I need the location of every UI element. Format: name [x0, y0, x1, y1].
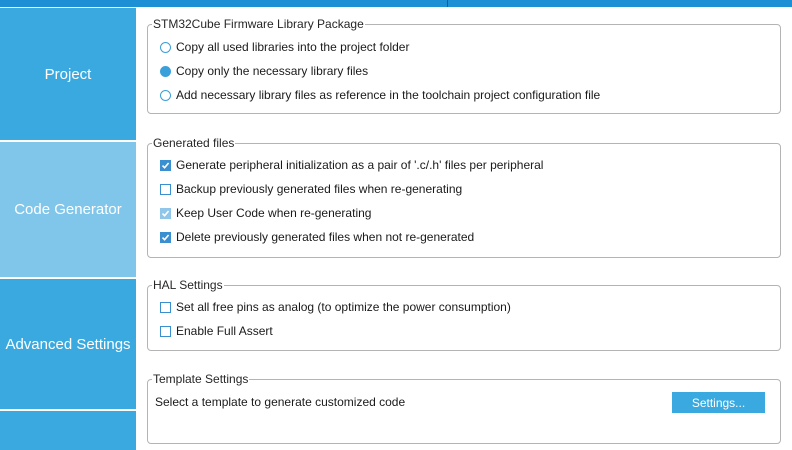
sidebar-item-advanced-settings[interactable]: Advanced Settings	[0, 279, 136, 409]
hal-option-full-assert[interactable]: Enable Full Assert	[160, 323, 273, 339]
checkbox[interactable]	[160, 207, 171, 219]
template-description: Select a template to generate customized…	[155, 395, 406, 409]
generated-option-backup[interactable]: Backup previously generated files when r…	[160, 181, 462, 197]
sidebar-item-code-generator[interactable]: Code Generator	[0, 142, 136, 277]
option-label: Copy all used libraries into the project…	[176, 40, 410, 54]
hal-settings-legend: HAL Settings	[153, 278, 223, 292]
checkbox[interactable]	[160, 231, 171, 243]
checkbox[interactable]	[160, 325, 171, 337]
sidebar: Project Code Generator Advanced Settings	[0, 7, 136, 450]
checkmark-icon	[161, 233, 170, 241]
top-bar-divider	[447, 0, 448, 7]
option-label: Add necessary library files as reference…	[176, 88, 601, 102]
option-label: Enable Full Assert	[176, 324, 273, 338]
sidebar-item-label: Code Generator	[14, 201, 122, 218]
option-label: Set all free pins as analog (to optimize…	[176, 300, 511, 314]
sidebar-item-label: Advanced Settings	[5, 335, 131, 353]
firmware-option-copy-all[interactable]: Copy all used libraries into the project…	[160, 39, 409, 55]
radio-button[interactable]	[160, 65, 171, 77]
checkmark-icon	[161, 209, 170, 217]
top-bar	[0, 0, 792, 7]
option-label: Keep User Code when re-generating	[176, 206, 372, 220]
checkbox[interactable]	[160, 159, 171, 171]
generated-files-legend: Generated files	[153, 136, 235, 150]
firmware-option-copy-necessary[interactable]: Copy only the necessary library files	[160, 63, 368, 79]
option-label: Delete previously generated files when n…	[176, 230, 475, 244]
sidebar-item-label: Project	[44, 65, 92, 83]
radio-button[interactable]	[160, 89, 171, 101]
firmware-library-legend: STM32Cube Firmware Library Package	[153, 17, 364, 31]
template-settings-legend: Template Settings	[153, 372, 249, 386]
generated-option-pair-files[interactable]: Generate peripheral initialization as a …	[160, 157, 543, 173]
firmware-option-add-reference[interactable]: Add necessary library files as reference…	[160, 87, 600, 103]
generated-option-delete-previous[interactable]: Delete previously generated files when n…	[160, 229, 474, 245]
sidebar-item-project[interactable]: Project	[0, 8, 136, 140]
sidebar-item-more[interactable]	[0, 411, 136, 450]
checkbox[interactable]	[160, 301, 171, 313]
option-label: Copy only the necessary library files	[176, 64, 369, 78]
option-label: Backup previously generated files when r…	[176, 182, 463, 196]
checkbox[interactable]	[160, 183, 171, 195]
settings-button[interactable]: Settings...	[672, 392, 765, 413]
generated-option-keep-user-code[interactable]: Keep User Code when re-generating	[160, 205, 371, 221]
radio-button[interactable]	[160, 41, 171, 53]
hal-option-free-pins-analog[interactable]: Set all free pins as analog (to optimize…	[160, 299, 511, 315]
checkmark-icon	[161, 161, 170, 169]
option-label: Generate peripheral initialization as a …	[176, 158, 544, 172]
